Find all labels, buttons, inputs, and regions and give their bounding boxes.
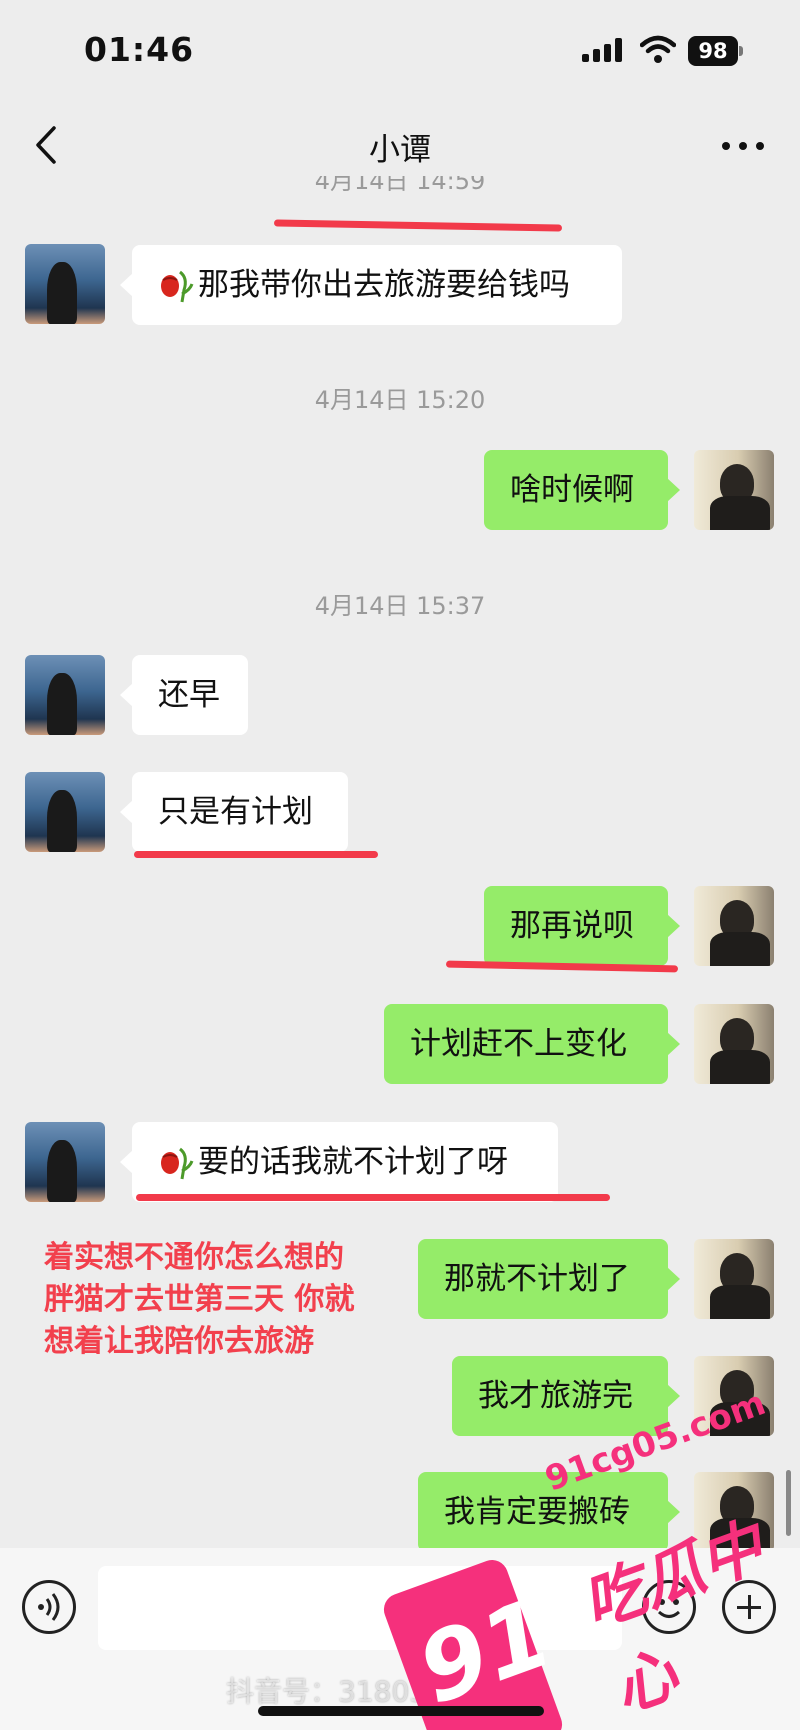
chat-timestamp: 4月14日 15:37 [314, 592, 486, 620]
message-text: 那就不计划了 [444, 1261, 630, 1297]
message-text: 那我带你出去旅游要给钱吗 [198, 267, 570, 303]
highlight-underline [136, 1194, 610, 1201]
chat-timestamp: 4月14日 14:59 [314, 176, 486, 195]
incoming-message-bubble[interactable]: 还早 [120, 655, 248, 735]
message-text: 我肯定要搬砖 [444, 1494, 630, 1530]
status-bar: 01:46 98 [0, 0, 800, 100]
my-avatar[interactable] [694, 450, 774, 530]
contact-avatar[interactable] [25, 772, 105, 852]
voice-input-icon[interactable] [22, 1580, 76, 1634]
outgoing-message-bubble[interactable]: 那再说呗 [484, 886, 680, 966]
wifi-icon [640, 35, 676, 63]
incoming-message-bubble[interactable]: 那我带你出去旅游要给钱吗 [120, 245, 622, 325]
contact-avatar[interactable] [25, 244, 105, 324]
message-text: 那再说呗 [510, 908, 634, 944]
more-options-icon[interactable] [720, 126, 766, 166]
red-annotation-text: 着实想不通你怎么想的 胖猫才去世第三天 你就 想着让我陪你去旅游 [44, 1237, 424, 1363]
message-text: 要的话我就不计划了呀 [198, 1144, 508, 1180]
cellular-signal-icon [582, 38, 624, 62]
contact-name: 小谭 [369, 132, 431, 168]
my-avatar[interactable] [694, 1239, 774, 1319]
message-text: 啥时候啊 [510, 472, 634, 508]
outgoing-message-bubble[interactable]: 我才旅游完 [452, 1356, 680, 1436]
annotation-line: 着实想不通你怎么想的 [44, 1240, 344, 1275]
outgoing-message-bubble[interactable]: 那就不计划了 [418, 1239, 680, 1319]
outgoing-message-bubble[interactable]: 啥时候啊 [484, 450, 680, 530]
outgoing-message-bubble[interactable]: 计划赶不上变化 [384, 1004, 680, 1084]
wilted-rose-icon [161, 270, 194, 302]
status-time: 01:46 [84, 30, 195, 69]
incoming-message-bubble[interactable]: 要的话我就不计划了呀 [120, 1122, 558, 1202]
contact-avatar[interactable] [25, 655, 105, 735]
home-indicator[interactable] [258, 1706, 544, 1716]
annotation-line: 胖猫才去世第三天 你就 [44, 1282, 355, 1317]
contact-avatar[interactable] [25, 1122, 105, 1202]
battery-level: 98 [688, 36, 738, 66]
highlight-underline [273, 219, 563, 232]
annotation-line: 想着让我陪你去旅游 [44, 1324, 314, 1359]
message-text: 我才旅游完 [478, 1378, 633, 1414]
battery-icon: 98 [688, 36, 744, 66]
my-avatar[interactable] [694, 886, 774, 966]
chat-timestamp: 4月14日 15:20 [314, 386, 486, 414]
highlight-underline [134, 851, 378, 858]
message-text: 只是有计划 [158, 794, 313, 830]
wilted-rose-icon [161, 1147, 194, 1179]
message-text: 计划赶不上变化 [410, 1026, 627, 1062]
message-text: 还早 [158, 677, 220, 713]
incoming-message-bubble[interactable]: 只是有计划 [120, 772, 348, 852]
my-avatar[interactable] [694, 1004, 774, 1084]
